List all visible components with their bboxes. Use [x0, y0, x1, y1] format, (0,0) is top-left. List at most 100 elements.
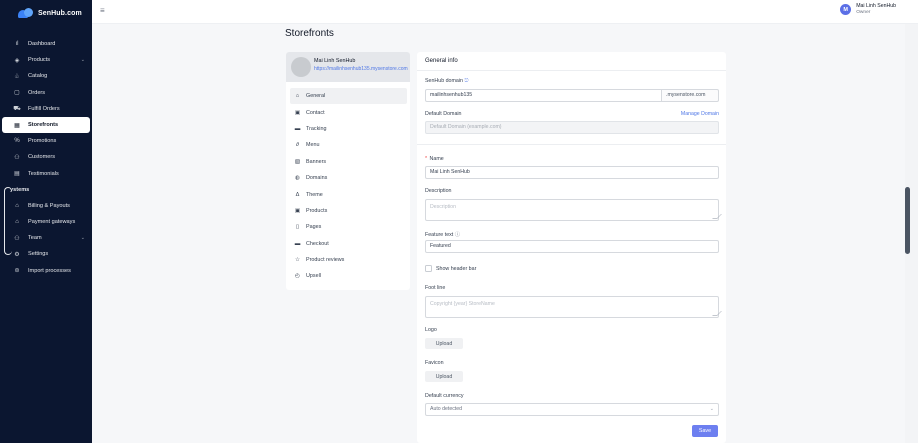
store-menu: ⌂ General ▣ Contact ▬ Tracking ∂ Menu ▧ …: [290, 88, 407, 285]
sidebar-item-storefronts[interactable]: ▦ Storefronts: [2, 116, 90, 134]
chevron-down-icon: ⌄: [80, 57, 85, 64]
menu-item-label: Product reviews: [306, 257, 345, 264]
logo-label: Logo: [425, 327, 437, 333]
team-icon: ⚇: [14, 235, 20, 242]
banner-icon: ▧: [294, 158, 301, 165]
store-menu-upsell[interactable]: ◴ Upsell: [290, 268, 407, 284]
percent-icon: %: [14, 138, 20, 145]
sidebar-item-import-processes[interactable]: ⊜ Import processes: [0, 262, 92, 278]
top-header: ≡ M Mai Linh SenHub Owner: [92, 0, 918, 24]
avatar: M: [840, 4, 852, 16]
sidebar-item-label: Catalog: [28, 73, 48, 80]
storefront-icon: ▦: [14, 122, 20, 129]
senhub-domain-input[interactable]: mailinhsenhub135: [425, 89, 662, 102]
hamburger-menu-icon[interactable]: ≡: [100, 6, 105, 15]
brand-logo[interactable]: SenHub.com: [18, 6, 82, 20]
default-domain-input[interactable]: Default Domain (example.com): [425, 121, 719, 134]
sidebar-item-billing-payouts[interactable]: ⌂ Billing & Payouts: [0, 198, 92, 214]
menu-item-label: Domains: [306, 175, 328, 182]
divider: [417, 144, 726, 145]
sidebar-item-label: Billing & Payouts: [28, 202, 70, 209]
store-menu-banners[interactable]: ▧ Banners: [290, 154, 407, 170]
default-domain-label: Default Domain: [425, 111, 462, 117]
name-label-text: Name: [429, 156, 444, 162]
sidebar-item-label: Import processes: [28, 267, 71, 274]
default-currency-select[interactable]: Auto detected ⌄: [425, 403, 719, 416]
sidebar-item-orders[interactable]: ▢ Orders: [0, 85, 92, 101]
chevron-down-icon: ⌄: [709, 406, 714, 413]
show-header-bar-label: Show header bar: [436, 265, 477, 272]
description-textarea[interactable]: Description: [425, 199, 719, 221]
menu-item-label: Tracking: [306, 125, 327, 132]
sidebar: SenHub.com ıl Dashboard ◈ Products ⌄ ♧ C…: [0, 0, 92, 443]
user-menu[interactable]: M Mai Linh SenHub Owner: [840, 3, 896, 16]
menu-item-label: Banners: [306, 158, 327, 165]
sidebar-item-settings[interactable]: ⚙ Settings: [0, 246, 92, 262]
theme-icon: Δ: [295, 191, 300, 198]
sidebar-item-label: Promotions: [28, 138, 57, 145]
menu-item-label: Products: [306, 207, 328, 214]
store-menu-general[interactable]: ⌂ General: [290, 88, 407, 105]
store-menu-menu[interactable]: ∂ Menu: [290, 137, 407, 153]
globe-icon: ◍: [295, 175, 300, 182]
sidebar-item-team[interactable]: ⚇ Team ⌄: [0, 230, 92, 246]
store-menu-domains[interactable]: ◍ Domains: [290, 170, 407, 186]
sidebar-item-catalog[interactable]: ♧ Catalog: [0, 68, 92, 84]
menu-item-label: General: [306, 93, 326, 100]
feature-text-input[interactable]: Featured: [425, 240, 719, 253]
box-icon: ◈: [14, 57, 20, 64]
sidebar-item-label: Customers: [28, 154, 56, 161]
store-menu-product-reviews[interactable]: ☆ Product reviews: [290, 252, 407, 268]
store-menu-checkout[interactable]: ▬ Checkout: [290, 236, 407, 252]
feature-text-label: Feature text ⓘ: [425, 230, 460, 238]
store-url-link[interactable]: https://mailinhsenhub135.mysenstore.com: [314, 66, 408, 72]
sidebar-item-promotions[interactable]: % Promotions: [0, 133, 92, 149]
sidebar-nav: ıl Dashboard ◈ Products ⌄ ♧ Catalog ▢ Or…: [0, 36, 92, 279]
foot-line-textarea[interactable]: Copyright {year} StoreName: [425, 296, 719, 318]
store-menu-contact[interactable]: ▣ Contact: [290, 104, 407, 120]
name-label: * Name: [425, 156, 444, 162]
required-marker: *: [425, 156, 428, 162]
show-header-bar-row[interactable]: Show header bar: [425, 265, 476, 272]
sidebar-item-label: Settings: [28, 251, 49, 258]
sidebar-item-fulfill-orders[interactable]: ⛟ Fulfill Orders: [0, 101, 92, 117]
manage-domain-link[interactable]: Manage Domain: [681, 111, 719, 117]
page-scrollbar[interactable]: [905, 187, 910, 254]
store-menu-products[interactable]: ▣ Products: [290, 203, 407, 219]
settings-icon: ⚙: [14, 251, 20, 258]
menu-item-label: Menu: [306, 142, 320, 149]
sidebar-item-dashboard[interactable]: ıl Dashboard: [0, 36, 92, 52]
store-header: Mai Linh SenHub https://mailinhsenhub135…: [286, 52, 410, 82]
foot-line-label: Foot line: [425, 285, 446, 291]
store-menu-pages[interactable]: ▯ Pages: [290, 219, 407, 235]
menu-item-label: Theme: [306, 191, 323, 198]
external-link-icon[interactable]: ⎋: [464, 78, 468, 84]
store-menu-theme[interactable]: Δ Theme: [290, 186, 407, 202]
default-currency-value: Auto detected: [430, 406, 463, 413]
senhub-domain-label-text: SenHub domain: [425, 78, 463, 84]
menu-item-label: Checkout: [306, 240, 329, 247]
upsell-icon: ◴: [295, 273, 300, 280]
store-menu-tracking[interactable]: ▬ Tracking: [290, 121, 407, 137]
favicon-label: Favicon: [425, 360, 444, 366]
description-label: Description: [425, 188, 452, 194]
sidebar-section-systems: ystems: [10, 186, 30, 193]
section-title: General info: [425, 58, 458, 64]
feature-text-label-text: Feature text: [425, 232, 454, 238]
save-button[interactable]: Save: [692, 425, 718, 437]
favicon-upload-button[interactable]: Upload: [425, 371, 463, 382]
sidebar-item-label: Orders: [28, 89, 46, 96]
sidebar-item-payment-gateways[interactable]: ⌂ Payment gateways: [0, 214, 92, 230]
logo-upload-button[interactable]: Upload: [425, 338, 463, 349]
sidebar-item-customers[interactable]: ⚇ Customers: [0, 149, 92, 165]
truck-icon: ⛟: [13, 105, 21, 112]
tracking-icon: ▬: [294, 125, 301, 132]
sidebar-item-testimonials[interactable]: ▤ Testimonials: [0, 166, 92, 182]
sidebar-item-label: Dashboard: [28, 41, 56, 48]
contact-icon: ▣: [294, 109, 301, 116]
sidebar-item-products[interactable]: ◈ Products ⌄: [0, 52, 92, 68]
page-title: Storefronts: [285, 28, 334, 39]
name-input[interactable]: Mai Linh SenHub: [425, 166, 719, 179]
import-icon: ⊜: [14, 268, 20, 275]
show-header-bar-checkbox[interactable]: [425, 265, 432, 272]
